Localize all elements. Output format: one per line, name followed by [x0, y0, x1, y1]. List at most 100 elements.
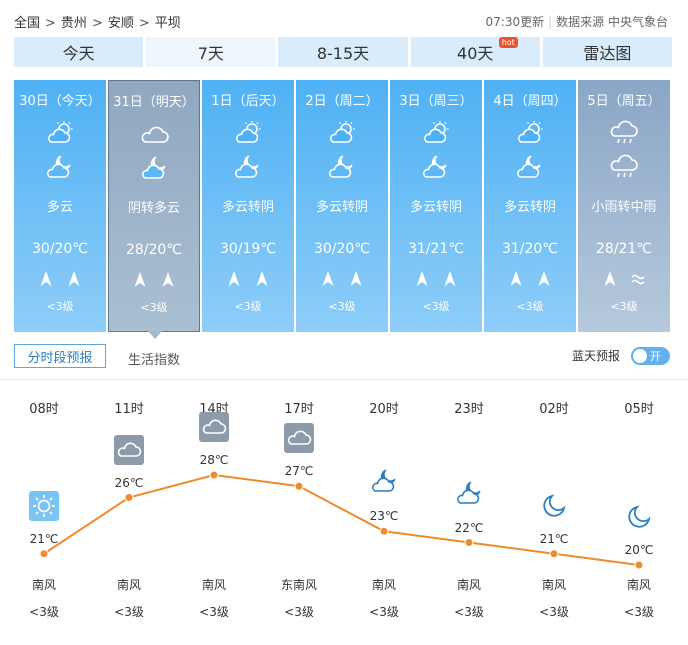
partly-cloudy-moon-icon [44, 154, 76, 180]
wind-arrow-icon [603, 270, 617, 292]
breeze-icon [631, 270, 645, 292]
wind-direction: 南风 [626, 578, 651, 592]
hour-temperature: 23℃ [369, 509, 399, 524]
wind-level: <3级 [46, 300, 74, 313]
hourly-forecast: 08时 21℃ 南风 <3级 11时 26℃ 南风 <3级 14时 28℃ 南风 <3级 17时 … [0, 380, 688, 645]
breadcrumb-separator: > [45, 16, 56, 31]
hour-label: 08时 [29, 402, 59, 417]
update-time: 07:30更新 [485, 15, 545, 29]
wind-level: <3级 [328, 300, 356, 313]
day-label: 5日（周五） [587, 94, 661, 109]
day-card[interactable]: 2日（周二） 多云转阴 30/20℃ <3级 [296, 80, 388, 332]
wind-arrow-icon [67, 270, 81, 292]
partly-cloudy-moon-icon [232, 154, 264, 180]
tab-radar[interactable]: 雷达图 [542, 37, 673, 67]
wind-direction: 南风 [541, 578, 566, 592]
temperature-point [549, 549, 559, 559]
wind-level: <3级 [454, 605, 484, 619]
blue-sky-toggle[interactable]: 开 [631, 347, 670, 365]
toggle-knob [633, 349, 647, 363]
day-label: 4日（周四） [493, 94, 567, 109]
day-card[interactable]: 31日（明天） 阴转多云 28/20℃ <3级 [108, 80, 200, 332]
hour-label: 20时 [369, 402, 399, 417]
wind-level: <3级 [422, 300, 450, 313]
toggle-label: 开 [650, 350, 661, 363]
data-source: 数据来源 中央气象台 [556, 15, 668, 29]
weather-description: 多云转阴 [221, 200, 274, 215]
tab-8-15-days[interactable]: 8-15天 [278, 37, 408, 67]
weather-description: 多云转阴 [315, 200, 368, 215]
wind-arrow-icon [227, 270, 241, 292]
wind-level: <3级 [539, 605, 569, 619]
sun-icon [29, 490, 59, 521]
partly-cloudy-sun-icon [232, 120, 264, 146]
weather-description: 阴转多云 [127, 201, 180, 216]
wind-direction-icons [390, 270, 482, 288]
hour-label: 02时 [539, 402, 569, 417]
day-label: 3日（周三） [399, 94, 473, 109]
life-index-tab[interactable]: 生活指数 [128, 349, 180, 368]
forecast-tabs: 今天 7天 8-15天 40天 hot 雷达图 [14, 37, 673, 67]
wind-direction: 南风 [31, 578, 56, 592]
breadcrumb: 全国 > 贵州 > 安顺 > 平坝 [14, 12, 181, 31]
temperature-range: 30/20℃ [313, 241, 371, 257]
wind-level: <3级 [199, 605, 229, 619]
wind-arrow-icon [161, 271, 175, 293]
tab-label: 7天 [197, 44, 224, 63]
moon-icon [539, 491, 569, 521]
day-card[interactable]: 3日（周三） 多云转阴 31/21℃ <3级 [390, 80, 482, 332]
cloud-icon [284, 423, 314, 454]
wind-arrow-icon [415, 270, 429, 292]
divider: | [548, 15, 553, 29]
blue-sky-label: 蓝天预报 [572, 349, 621, 363]
day-label: 31日（明天） [113, 95, 195, 110]
wind-arrow-icon [509, 270, 523, 292]
wind-direction: 南风 [116, 578, 141, 592]
breadcrumb-item-county: 平坝 [154, 16, 181, 31]
hour-temperature: 28℃ [199, 453, 229, 467]
wind-arrow-icon [443, 270, 457, 292]
breadcrumb-separator: > [91, 16, 103, 31]
hour-temperature: 27℃ [284, 464, 314, 479]
wind-direction-icons [109, 271, 199, 289]
wind-direction-icons [296, 270, 388, 288]
wind-direction: 南风 [201, 578, 226, 592]
partly-cloudy-moon-icon [326, 154, 358, 180]
hourly-forecast-tab[interactable]: 分时段预报 [14, 344, 106, 368]
breadcrumb-item-city[interactable]: 安顺 [108, 16, 134, 31]
weather-description: 多云 [46, 200, 73, 215]
wind-level: <3级 [369, 605, 399, 619]
wind-level: <3级 [140, 301, 168, 314]
day-card[interactable]: 4日（周四） 多云转阴 31/20℃ <3级 [484, 80, 576, 332]
day-card[interactable]: 5日（周五） 小雨转中雨 28/21℃ <3级 [578, 80, 670, 332]
rain-cloud-icon [608, 154, 640, 180]
temperature-range: 30/20℃ [31, 241, 89, 257]
tab-label: 40天 [457, 44, 494, 63]
hour-label: 23时 [454, 402, 484, 417]
tab-today[interactable]: 今天 [14, 37, 144, 67]
day-card[interactable]: 30日（今天） 多云 30/20℃ <3级 [14, 80, 106, 332]
wind-direction-icons [14, 270, 106, 288]
wind-direction-icons [578, 270, 670, 288]
weather-description: 小雨转中雨 [591, 200, 657, 215]
daily-forecast: 30日（今天） 多云 30/20℃ <3级 31日（明天） 阴转多云 28/20℃ <3级… [14, 80, 672, 332]
tab-40-days[interactable]: 40天 hot [410, 37, 540, 67]
weather-description: 多云转阴 [503, 200, 556, 215]
hour-temperature: 21℃ [29, 531, 59, 546]
wind-arrow-icon [537, 270, 551, 292]
hour-label: 05时 [624, 402, 654, 417]
breadcrumb-item-country[interactable]: 全国 [14, 16, 40, 31]
update-info: 07:30更新 | 数据来源 中央气象台 [486, 13, 668, 30]
partly-cloudy-sun-icon [514, 120, 546, 146]
wind-direction-icons [484, 270, 576, 288]
day-card[interactable]: 1日（后天） 多云转阴 30/19℃ <3级 [202, 80, 294, 332]
tab-7-days[interactable]: 7天 [146, 37, 276, 67]
rain-cloud-icon [608, 120, 640, 146]
breadcrumb-item-province[interactable]: 贵州 [61, 16, 87, 31]
wind-arrow-icon [321, 270, 335, 292]
temperature-range: 30/19℃ [219, 241, 277, 257]
wind-direction: 南风 [456, 578, 481, 592]
partly-cloudy-sun-icon [326, 120, 358, 146]
top-bar: 全国 > 贵州 > 安顺 > 平坝 07:30更新 | 数据来源 中央气象台 [0, 0, 688, 38]
tab-label: 8-15天 [316, 44, 370, 63]
